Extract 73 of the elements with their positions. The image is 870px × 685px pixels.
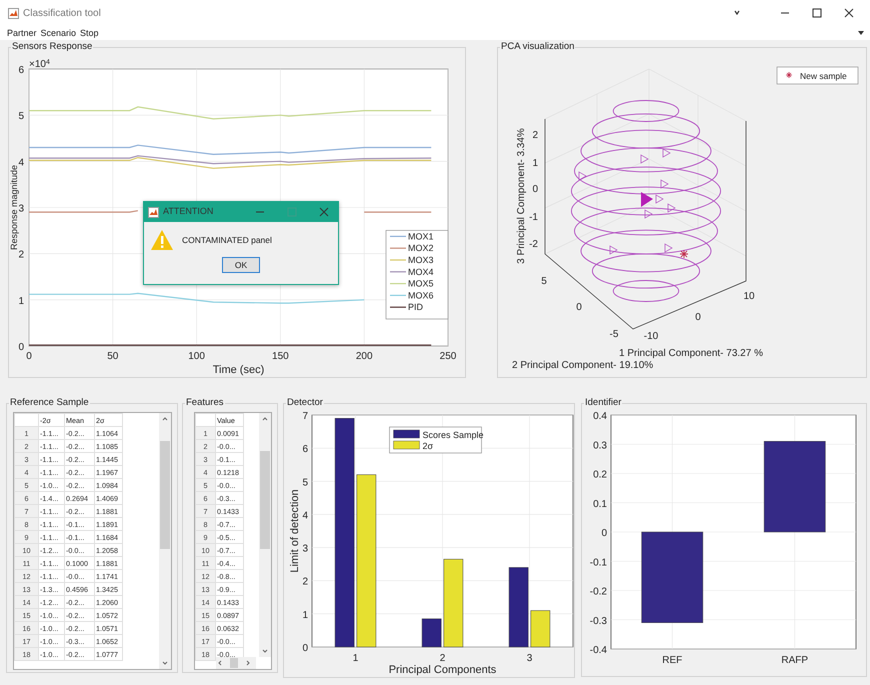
dialog-title: ATTENTION — [163, 205, 214, 218]
window-title: Classification tool — [23, 6, 101, 20]
panel-title: Sensors Response — [11, 41, 94, 53]
tick-label: 1 — [352, 653, 358, 664]
panel-title: Reference Sample — [9, 397, 90, 409]
tick-label: -5 — [610, 329, 618, 340]
tick-label: 150 — [272, 351, 289, 362]
tick-label: -0.4 — [590, 645, 607, 656]
tick-label: 50 — [107, 351, 118, 362]
legend-label: Scores Sample — [422, 430, 484, 440]
tick-label: 2 — [532, 130, 538, 141]
menu-item[interactable]: Scenario — [38, 26, 78, 40]
tick-label: 4 — [302, 510, 308, 522]
legend-label: PID — [408, 302, 424, 312]
tick-label: 1 — [18, 296, 24, 307]
tick-label: 0.2 — [593, 470, 607, 480]
tick-label: 1 — [302, 610, 308, 621]
legend-label: New sample — [800, 71, 847, 81]
tick-label: 6 — [302, 444, 308, 456]
tick-label: 0.4 — [593, 411, 607, 422]
tick-label: 0 — [576, 302, 582, 313]
legend-label: 2σ — [422, 441, 434, 451]
legend-label: MOX5 — [408, 278, 434, 289]
axis-multiplier: ×10$^{4}$ — [29, 58, 50, 72]
tick-label: -0.3 — [590, 616, 607, 627]
tick-label: 0 — [26, 351, 32, 362]
tick-label: 2 — [18, 250, 24, 261]
tick-label: 200 — [356, 351, 373, 362]
legend-label: MOX6 — [408, 290, 434, 300]
legend-label: MOX4 — [408, 266, 434, 277]
tick-label: 2 — [440, 653, 446, 664]
menu-item[interactable]: Stop — [78, 26, 101, 40]
tick-label: 3 — [526, 653, 532, 664]
legend-label: MOX3 — [408, 255, 434, 265]
tick-label: 0 — [532, 184, 538, 195]
tick-label: 0.1 — [593, 498, 607, 510]
tick-label: 250 — [440, 351, 456, 362]
legend-label: MOX2 — [408, 243, 434, 254]
tick-label: 0 — [695, 312, 701, 323]
tick-label: 0.3 — [593, 440, 607, 452]
menu-item[interactable]: Partner — [5, 26, 39, 40]
axis-label: Time (sec) — [212, 364, 264, 376]
axis-label: 1 Principal Component- 73.27 % — [619, 348, 763, 359]
tick-label: -10 — [644, 331, 658, 342]
legend-label: MOX1 — [408, 231, 434, 242]
tick-label: -2 — [529, 239, 538, 250]
axis-label: 3 Principal Component- 3.34% — [516, 128, 527, 264]
ok-button[interactable]: OK — [222, 257, 260, 273]
tick-label: 0 — [18, 342, 24, 353]
tick-label: -1 — [529, 212, 538, 223]
axis-label: Limit of detection — [289, 489, 301, 573]
tick-label: 4 — [18, 157, 24, 168]
tick-label: -0.1 — [590, 557, 607, 568]
tick-label: 100 — [188, 351, 205, 362]
axis-label: Principal Components — [388, 664, 496, 676]
tick-label: 5 — [18, 111, 24, 122]
tick-label: 10 — [743, 291, 755, 302]
tick-label: 1 — [532, 158, 538, 169]
tick-label: 0 — [601, 528, 607, 539]
tick-label: 3 — [18, 204, 24, 214]
tick-label: 3 — [302, 544, 308, 555]
tick-label: 5 — [541, 276, 547, 287]
tick-label: REF — [662, 655, 682, 666]
tick-label: 0 — [302, 643, 308, 654]
tick-label: RAFP — [781, 655, 808, 666]
tick-label: 6 — [18, 65, 24, 76]
tick-label: 2 — [302, 576, 308, 588]
tick-label: 5 — [302, 477, 308, 488]
tick-label: -0.2 — [590, 586, 607, 598]
axis-label: 2 Principal Component- 19.10% — [512, 360, 654, 371]
dialog-message: CONTAMINATED panel — [182, 234, 272, 246]
tick-label: 7 — [302, 411, 308, 422]
axis-label: Response magnitude — [9, 164, 19, 250]
